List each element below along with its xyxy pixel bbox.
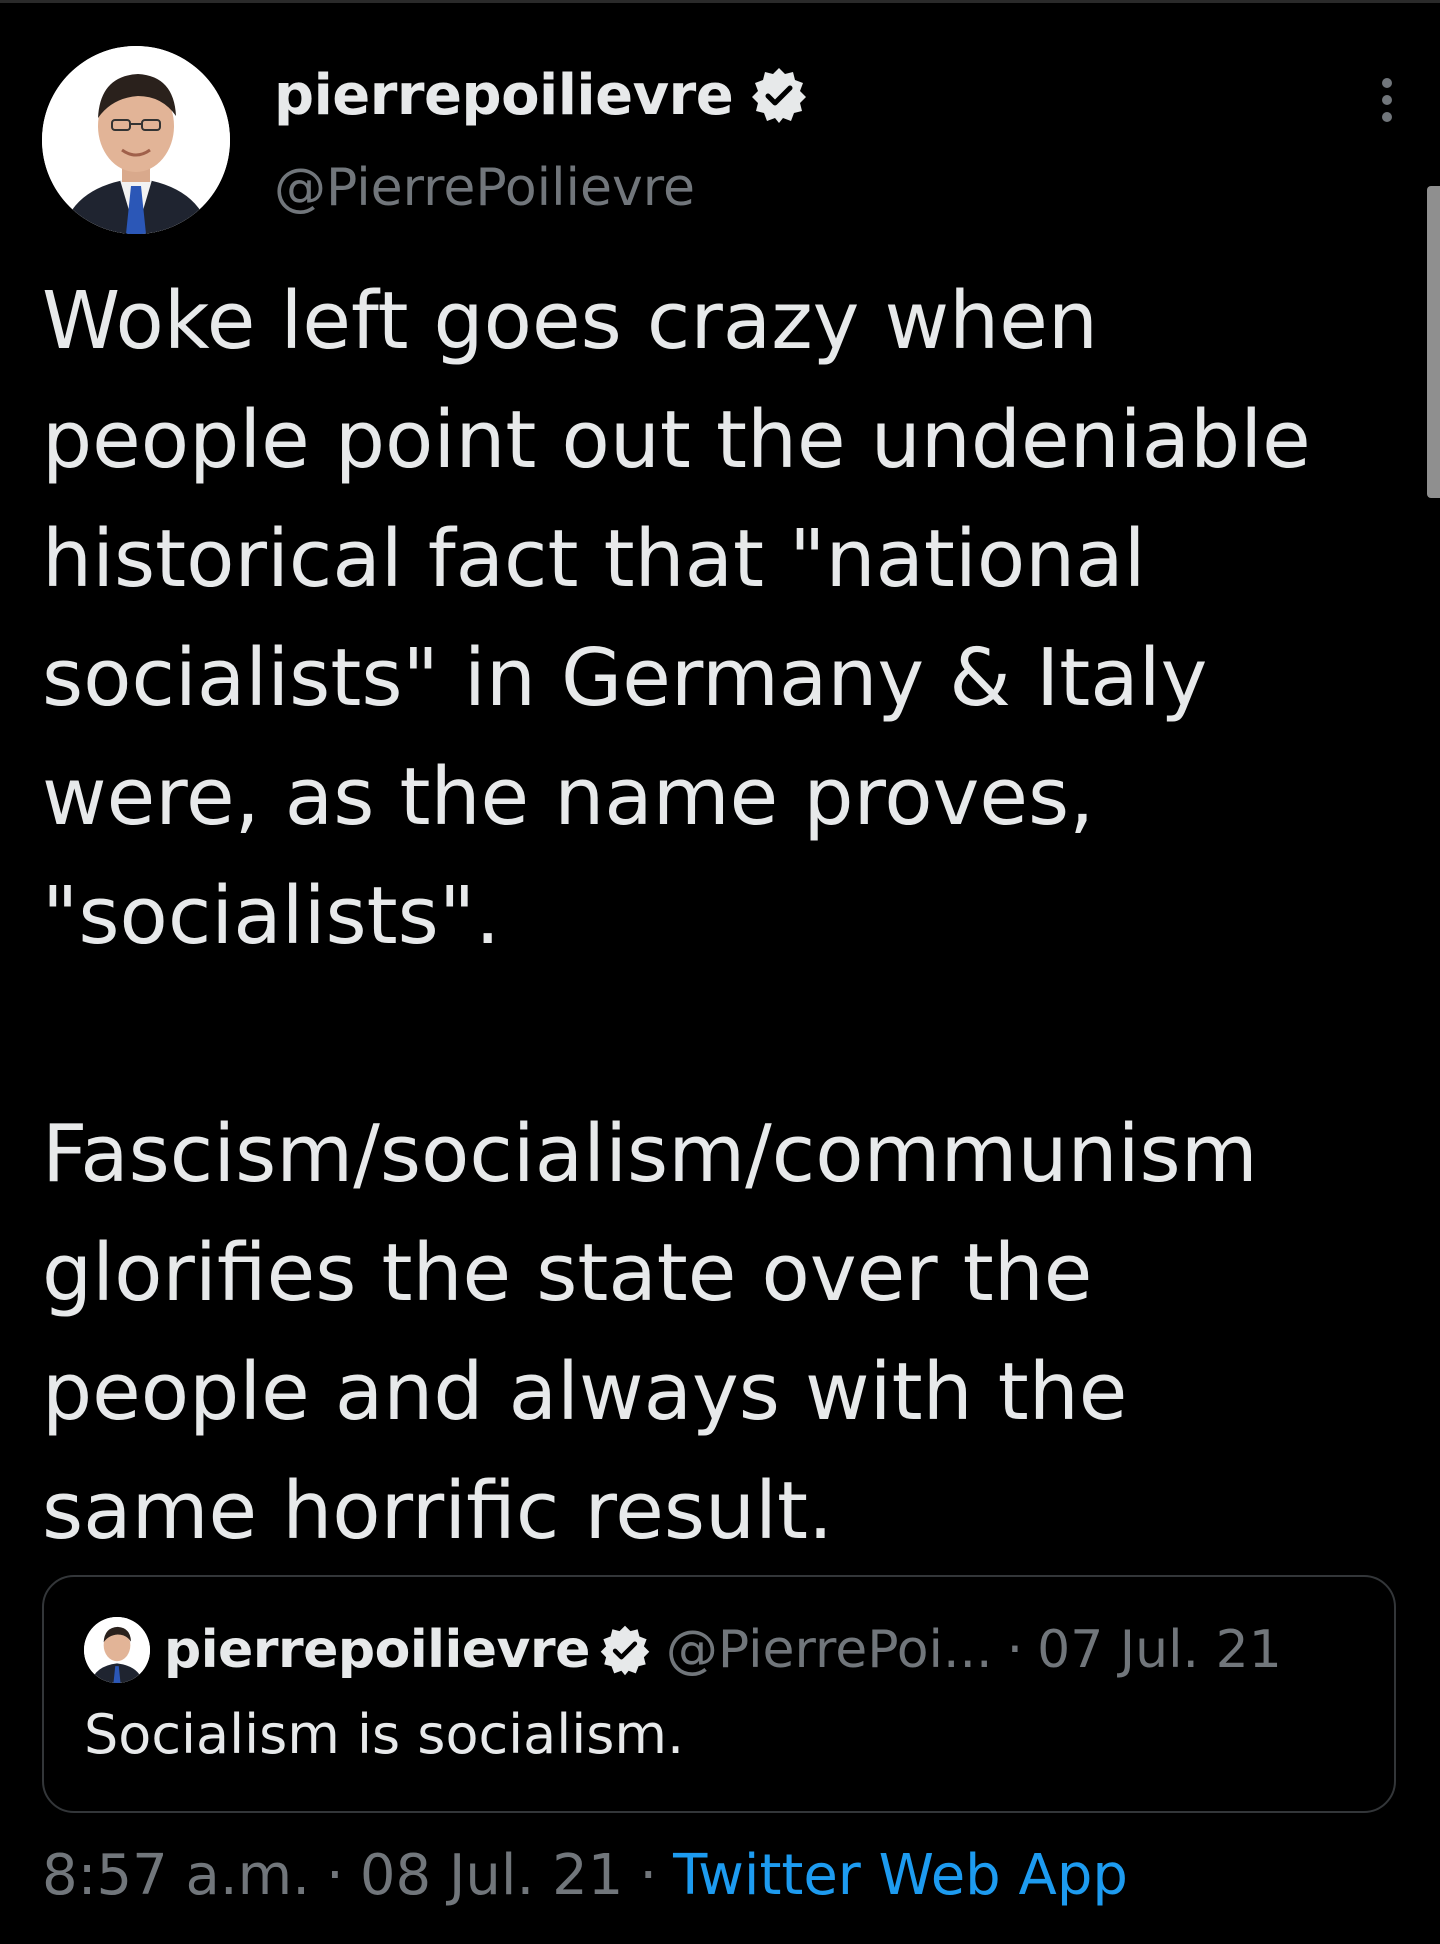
more-dot (1382, 95, 1392, 105)
quoted-date: 07 Jul. 21 (1037, 1620, 1282, 1680)
more-dot (1382, 112, 1392, 122)
meta-separator: · (326, 1842, 344, 1908)
scrollbar-thumb[interactable] (1427, 186, 1440, 498)
tweet-meta: 8:57 a.m. · 08 Jul. 21 · Twitter Web App (42, 1840, 1128, 1910)
tweet-date[interactable]: 08 Jul. 21 (360, 1843, 623, 1908)
author-name-row: pierrepoilievre (274, 60, 809, 130)
avatar[interactable] (42, 46, 230, 234)
tweet-time[interactable]: 8:57 a.m. (42, 1843, 310, 1908)
author-display-name[interactable]: pierrepoilievre (274, 63, 734, 128)
verified-badge-icon (752, 68, 807, 123)
quoted-display-name: pierrepoilievre (164, 1620, 590, 1680)
quoted-tweet-text: Socialism is socialism. (84, 1703, 685, 1766)
quoted-tweet-header: pierrepoilievre @PierrePoi... · 07 Jul. … (84, 1617, 1282, 1683)
tweet-text: Woke left goes crazy when people point o… (42, 275, 1311, 1557)
quoted-avatar (84, 1617, 150, 1683)
author-handle[interactable]: @PierrePoilievre (274, 158, 695, 218)
top-divider (0, 0, 1440, 3)
quoted-handle: @PierrePoi... (665, 1620, 993, 1680)
more-options-icon[interactable] (1372, 70, 1402, 130)
quoted-separator: · (1006, 1620, 1024, 1680)
more-dot (1382, 78, 1392, 88)
meta-separator: · (639, 1842, 658, 1908)
tweet-header: pierrepoilievre @PierrePoilievre (42, 46, 1402, 236)
quoted-tweet[interactable]: pierrepoilievre @PierrePoi... · 07 Jul. … (42, 1575, 1396, 1813)
verified-badge-icon (600, 1625, 650, 1676)
tweet-source-link[interactable]: Twitter Web App (673, 1843, 1128, 1908)
